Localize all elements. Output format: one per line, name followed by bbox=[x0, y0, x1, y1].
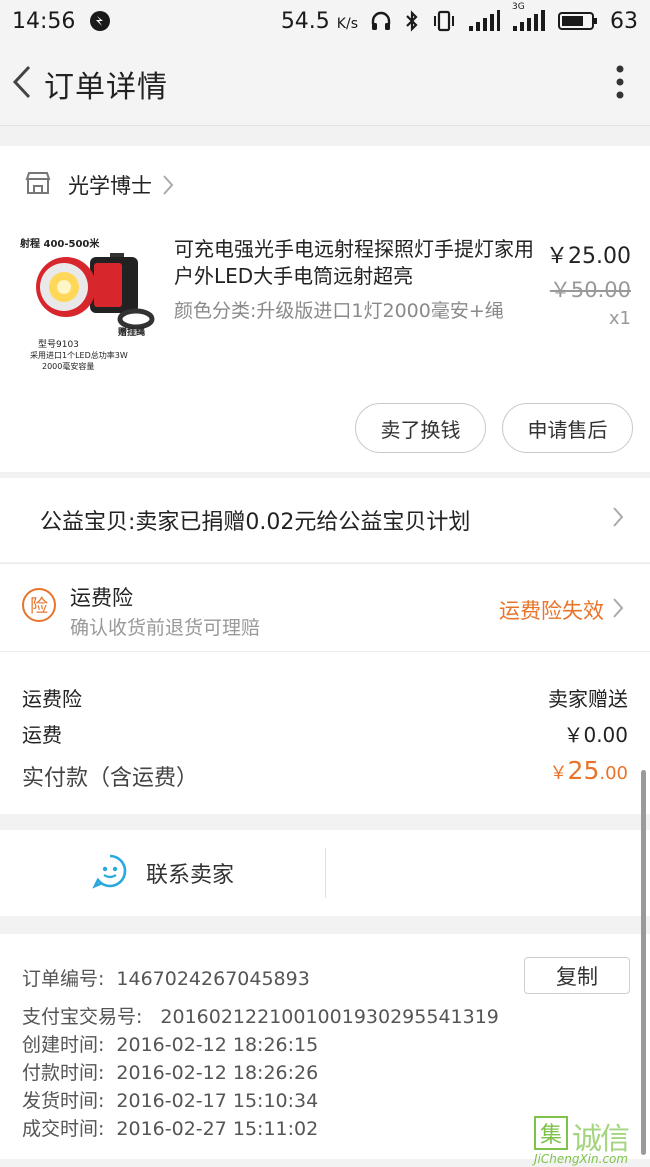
back-button[interactable] bbox=[0, 42, 44, 126]
order-number-row: 订单编号: 1467024267045893 bbox=[22, 968, 310, 990]
sell-button[interactable]: 卖了换钱 bbox=[355, 403, 486, 453]
image-caption-tag: 赠挂绳 bbox=[118, 326, 145, 338]
battery-icon bbox=[558, 10, 598, 32]
battery-level: 63 bbox=[610, 8, 638, 34]
chevron-right-icon bbox=[162, 174, 174, 196]
headphones-icon bbox=[370, 10, 392, 32]
contact-seller-button[interactable]: 联系卖家 bbox=[0, 830, 326, 916]
product-original-price: ￥50.00 bbox=[549, 278, 631, 302]
copy-button[interactable]: 复制 bbox=[524, 957, 630, 994]
shipping-fee-label: 运费 bbox=[22, 723, 62, 747]
product-image[interactable]: 射程 400-500米 赠挂绳 型号9103 采用进口1个LED总功率3W 20… bbox=[18, 235, 156, 373]
signal-icon bbox=[468, 10, 500, 32]
total-paid-value: ￥25.00 bbox=[549, 756, 628, 785]
fee-summary: 运费险 卖家赠送 运费 ￥0.00 实付款（含运费） ￥25.00 bbox=[0, 651, 650, 814]
signal-3g-icon: 3G bbox=[512, 2, 546, 32]
scrollbar[interactable] bbox=[641, 770, 646, 1155]
image-caption-model: 型号9103 bbox=[38, 339, 79, 350]
shop-row[interactable]: 光学博士 bbox=[0, 146, 650, 224]
total-paid-label: 实付款（含运费） bbox=[22, 766, 199, 791]
more-vertical-icon bbox=[616, 65, 624, 103]
chevron-right-icon bbox=[612, 506, 624, 528]
back-arrow-icon bbox=[11, 64, 33, 104]
product-item[interactable]: 射程 400-500米 赠挂绳 型号9103 采用进口1个LED总功率3W 20… bbox=[0, 224, 650, 472]
contact-bar: 联系卖家 bbox=[0, 830, 650, 916]
page-title: 订单详情 bbox=[44, 69, 168, 105]
insurance-title: 运费险 bbox=[70, 586, 133, 610]
order-number: 1467024267045893 bbox=[116, 968, 310, 990]
insurance-status: 运费险失效 bbox=[499, 599, 604, 623]
contact-seller-label: 联系卖家 bbox=[145, 863, 234, 888]
alipay-number: 2016021221001001930295541319 bbox=[160, 1006, 499, 1028]
divider bbox=[325, 848, 326, 898]
image-caption-line2: 2000毫安容量 bbox=[42, 361, 94, 371]
insurance-fee-value: 卖家赠送 bbox=[548, 687, 628, 711]
completed-time-row: 成交时间: 2016-02-27 15:11:02 bbox=[22, 1118, 319, 1140]
network-speed: 54.5 K/s bbox=[280, 8, 358, 34]
bluetooth-icon bbox=[404, 10, 420, 32]
chevron-right-icon bbox=[612, 597, 624, 619]
charity-text: 公益宝贝:卖家已捐赠0.02元给公益宝贝计划 bbox=[40, 510, 471, 535]
created-time-row: 创建时间: 2016-02-12 18:26:15 bbox=[22, 1034, 319, 1056]
shop-name: 光学博士 bbox=[68, 174, 152, 198]
charity-row[interactable]: 公益宝贝:卖家已捐赠0.02元给公益宝贝计划 bbox=[0, 478, 650, 562]
shipped-time-row: 发货时间: 2016-02-17 15:10:34 bbox=[22, 1090, 319, 1112]
status-time: 14:56 bbox=[12, 8, 76, 34]
chat-bubble-icon bbox=[92, 853, 128, 893]
more-options-button[interactable] bbox=[590, 42, 650, 126]
image-caption-top: 射程 400-500米 bbox=[19, 237, 100, 250]
notification-icon bbox=[89, 10, 111, 32]
shipping-fee-value: ￥0.00 bbox=[563, 723, 628, 747]
product-quantity: x1 bbox=[608, 308, 631, 329]
product-spec: 颜色分类:升级版进口1灯2000毫安+绳 bbox=[174, 300, 504, 322]
alipay-number-row: 支付宝交易号: 2016021221001001930295541319 bbox=[22, 1006, 499, 1028]
vibrate-icon bbox=[432, 10, 456, 32]
shop-icon bbox=[24, 170, 52, 200]
shipping-insurance-row[interactable]: 险 运费险 确认收货前退货可理赔 运费险失效 bbox=[0, 563, 650, 651]
insurance-fee-label: 运费险 bbox=[22, 687, 82, 711]
paid-time-row: 付款时间: 2016-02-12 18:26:26 bbox=[22, 1062, 319, 1084]
product-title: 可充电强光手电远射程探照灯手提灯家用户外LED大手电筒远射超亮 bbox=[174, 237, 534, 288]
status-bar: 14:56 54.5 K/s 3G 63 bbox=[0, 0, 650, 42]
watermark-logo: 集 诚信 JiChengXin.com bbox=[532, 1114, 650, 1167]
image-caption-line1: 采用进口1个LED总功率3W bbox=[30, 350, 128, 360]
insurance-subtitle: 确认收货前退货可理赔 bbox=[70, 617, 261, 639]
after-sale-button[interactable]: 申请售后 bbox=[502, 403, 633, 453]
nav-bar: 订单详情 bbox=[0, 42, 650, 126]
insurance-icon: 险 bbox=[22, 588, 56, 622]
product-price: ￥25.00 bbox=[546, 244, 631, 269]
